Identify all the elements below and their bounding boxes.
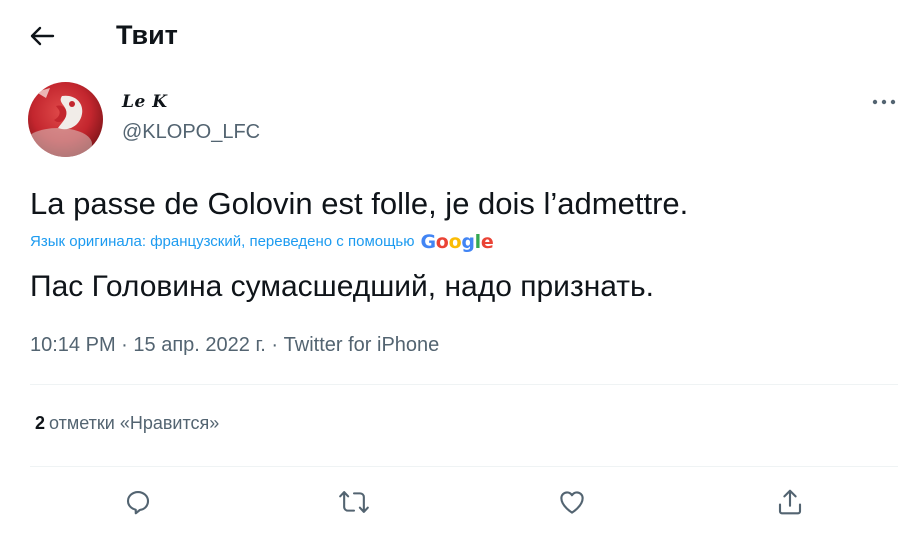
author-handle[interactable]: @KLOPO_LFC	[122, 121, 260, 144]
likes-count: 2	[35, 413, 46, 433]
google-logo-letters: Google	[420, 231, 494, 253]
share-button[interactable]	[770, 482, 810, 522]
page-title: Твит	[116, 20, 178, 50]
likes-summary[interactable]: 2 отметки «Нравится»	[35, 413, 219, 434]
more-horizontal-icon	[872, 99, 896, 105]
meta-separator: ·	[271, 334, 279, 356]
reply-button[interactable]	[118, 482, 158, 522]
avatar-image	[28, 82, 103, 157]
divider	[30, 466, 898, 467]
header: Твит	[0, 0, 920, 70]
retweet-icon	[339, 491, 369, 513]
retweet-button[interactable]	[334, 482, 374, 522]
heart-icon	[560, 491, 584, 514]
avatar[interactable]	[28, 82, 103, 157]
share-icon	[778, 489, 802, 515]
more-options-button[interactable]	[866, 88, 902, 116]
back-button[interactable]	[22, 18, 62, 54]
tweet-time[interactable]: 10:14 PM	[30, 334, 116, 356]
tweet-source[interactable]: Twitter for iPhone	[284, 334, 440, 356]
meta-separator: ·	[121, 334, 128, 356]
author-display-name[interactable]: Le K	[122, 92, 167, 112]
like-button[interactable]	[552, 482, 592, 522]
tweet-text: La passe de Golovin est folle, je dois l…	[30, 186, 689, 221]
arrow-left-icon	[30, 26, 55, 46]
translation-note[interactable]: Язык оригинала: французский, переведено …	[30, 231, 494, 253]
google-logo: Google	[421, 231, 494, 253]
divider	[30, 384, 898, 385]
likes-label: отметки «Нравится»	[49, 413, 220, 433]
reply-icon	[126, 490, 150, 515]
tweet-metadata: 10:14 PM · 15 апр. 2022 г. · Twitter for…	[30, 334, 439, 357]
translated-text: Пас Головина сумасшедший, надо признать.	[30, 270, 654, 303]
tweet-date[interactable]: 15 апр. 2022 г.	[133, 334, 265, 356]
translation-note-label: Язык оригинала: французский, переведено …	[30, 233, 415, 250]
